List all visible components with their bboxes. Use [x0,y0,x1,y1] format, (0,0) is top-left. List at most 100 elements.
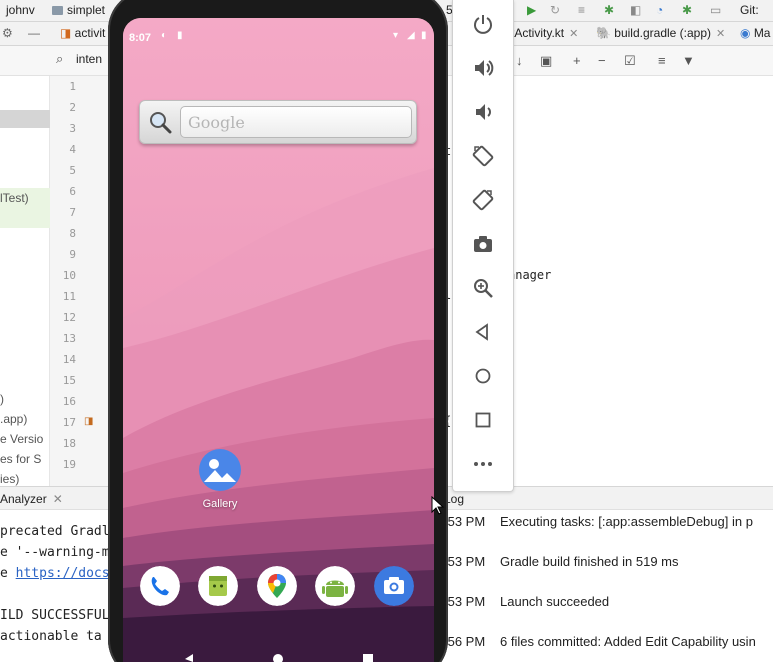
code-fragment: anager [508,268,552,282]
project-item[interactable]: ies) [0,472,19,486]
box-icon[interactable]: ▣ [540,53,552,69]
rotate-left-icon[interactable] [467,140,499,172]
line-number: 16 [62,395,76,408]
tab-activity-kt[interactable]: tActivity.kt ✕ [511,26,578,40]
folder-icon [52,6,63,15]
volume-up-icon[interactable] [467,52,499,84]
xml-file-icon: ◨ [60,26,75,40]
git-label[interactable]: Git: [740,3,759,17]
search-icon: ⌕ [56,51,64,66]
project-item[interactable]: ) [0,392,4,406]
add-icon[interactable]: + [573,53,581,68]
event-log-row[interactable]: :53 PM Launch succeeded [444,594,609,609]
close-icon[interactable]: ✕ [716,28,725,40]
close-icon[interactable]: ✕ [569,28,578,40]
gallery-app[interactable]: Gallery [198,448,242,510]
android-app-icon[interactable] [315,566,355,606]
remove-icon[interactable]: − [598,53,606,68]
more-icon[interactable] [467,448,499,480]
rerun-icon[interactable]: ↻ [550,3,560,17]
line-number: 17 [62,416,76,429]
line-number: 3 [69,122,76,135]
notification-icon: ◐ [161,30,168,41]
line-number: 14 [62,353,76,366]
emulator-screen[interactable]: 8:07 ◐ ▮ ▾ ◢ ▮ Google Gallery [123,18,434,662]
back-icon[interactable] [467,316,499,348]
collapse-icon[interactable]: — [28,26,40,40]
profiler-icon[interactable]: ◔ [656,3,663,17]
filter-icon[interactable]: ▼ [682,53,695,68]
sync-icon[interactable]: ≡ [578,3,585,17]
project-item[interactable]: lTest) [0,191,29,205]
line-number: 19 [62,458,76,471]
nav-overview-icon[interactable] [363,654,373,662]
home-icon[interactable] [467,360,499,392]
tab-analyzer[interactable]: Analyzer ✕ [0,492,63,506]
volume-down-icon[interactable] [467,96,499,128]
console-line: actionable ta [0,629,102,644]
status-time: 8:07 [129,32,152,44]
mouse-cursor-icon [431,496,445,515]
overview-icon[interactable] [467,404,499,436]
power-icon[interactable] [467,8,499,40]
google-search-field[interactable]: Google [180,106,412,138]
event-log: :53 PM Executing tasks: [:app:assembleDeb… [444,510,773,662]
maps-app-icon[interactable] [257,566,297,606]
rotate-right-icon[interactable] [467,184,499,216]
messages-app-icon[interactable] [198,566,238,606]
nav-back-icon[interactable] [185,654,193,662]
run-icon[interactable]: ▶ [527,3,536,17]
tab-main[interactable]: ◉ Ma [740,26,770,40]
event-log-row[interactable]: :53 PM Gradle build finished in 519 ms [444,554,679,569]
line-number: 10 [62,269,76,282]
debug-icon[interactable]: ✱ [604,3,614,17]
event-log-row[interactable]: :56 PM 6 files committed: Added Edit Capa… [444,634,756,649]
line-number: 6 [69,185,76,198]
project-item[interactable]: es for S [0,452,41,466]
event-log-row[interactable]: :53 PM Executing tasks: [:app:assembleDeb… [444,514,753,529]
breadcrumb-user[interactable]: johnv [6,3,35,17]
wifi-icon: ▾ [393,30,399,41]
settings-icon[interactable]: ⚙ [2,26,13,40]
check-list-icon[interactable]: ☑ [624,53,636,69]
tab-activity-xml[interactable]: ◨ activit [60,26,105,40]
desktop-screen: johnv simplet 5 ▶ ↻ ≡ ✱ ◧ ◔ ✱ ▭ Git: ⚙ —… [0,0,773,662]
screenshot-icon[interactable] [467,228,499,260]
breadcrumb-project[interactable]: simplet [52,3,105,17]
project-item[interactable]: .app) [0,412,27,426]
battery-icon: ▮ [421,30,427,41]
phone-app-icon[interactable] [140,566,180,606]
docs-link[interactable]: https://docs [16,566,110,581]
app-label: Gallery [202,498,238,510]
line-number: 8 [69,227,76,240]
xml-marker-icon[interactable]: ◨ [84,416,93,427]
selected-row[interactable] [0,110,50,128]
attach-icon[interactable]: ◧ [630,3,641,17]
arrow-down-icon[interactable]: ↓ [516,53,523,68]
build-console: precated Gradl e '--warning-m e https://… [0,510,112,662]
gallery-icon [199,449,241,491]
tab-build-gradle[interactable]: 🐘 build.gradle (:app) ✕ [596,26,725,40]
gradle-icon: 🐘 [596,26,611,40]
camera-app-icon[interactable] [374,566,414,606]
emulator-toolbar [452,0,514,492]
nav-home-icon[interactable] [273,654,283,662]
close-icon[interactable]: ✕ [53,492,63,506]
sort-icon[interactable]: ≡ [658,53,666,68]
line-number: 5 [69,164,76,177]
line-number: 13 [62,332,76,345]
signal-icon: ◢ [407,30,415,41]
console-line: e https://docs [0,566,110,581]
stop-icon[interactable]: ▭ [710,3,721,17]
console-line: e '--warning-m [0,545,110,560]
app-inspect-icon[interactable]: ✱ [682,3,692,17]
zoom-icon[interactable] [467,272,499,304]
line-number: 12 [62,311,76,324]
line-number: 18 [62,437,76,450]
project-item[interactable]: e Versio [0,432,43,446]
project-panel: lTest) ) .app) e Versio es for S ies) [0,76,50,486]
search-input[interactable]: inten [76,52,102,66]
line-number: 15 [62,374,76,387]
google-search-widget[interactable]: Google [139,100,417,144]
kotlin-file-icon: ◉ [740,26,754,40]
